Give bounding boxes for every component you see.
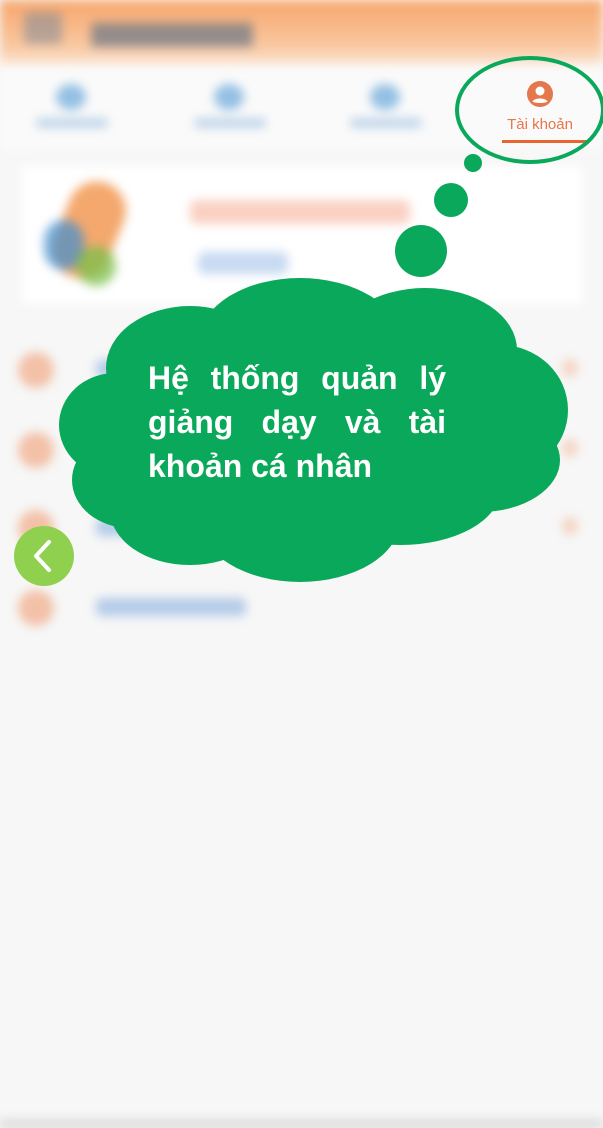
chevron-left-icon <box>34 540 51 572</box>
tutorial-cloud-text: Hệ thống quản lý giảng dạy và tài khoản … <box>148 360 446 484</box>
thought-bubble-small <box>464 154 482 172</box>
app-screen: ▆▆▆▆▆▆▆▆ Tài khoản Hệ thống quản lý giản… <box>0 0 603 1128</box>
system-nav-bar <box>0 1120 603 1128</box>
back-button[interactable] <box>14 526 74 586</box>
tutorial-thought-cloud <box>59 154 568 582</box>
thought-bubble-large <box>395 225 447 277</box>
thought-bubble-medium <box>434 183 468 217</box>
